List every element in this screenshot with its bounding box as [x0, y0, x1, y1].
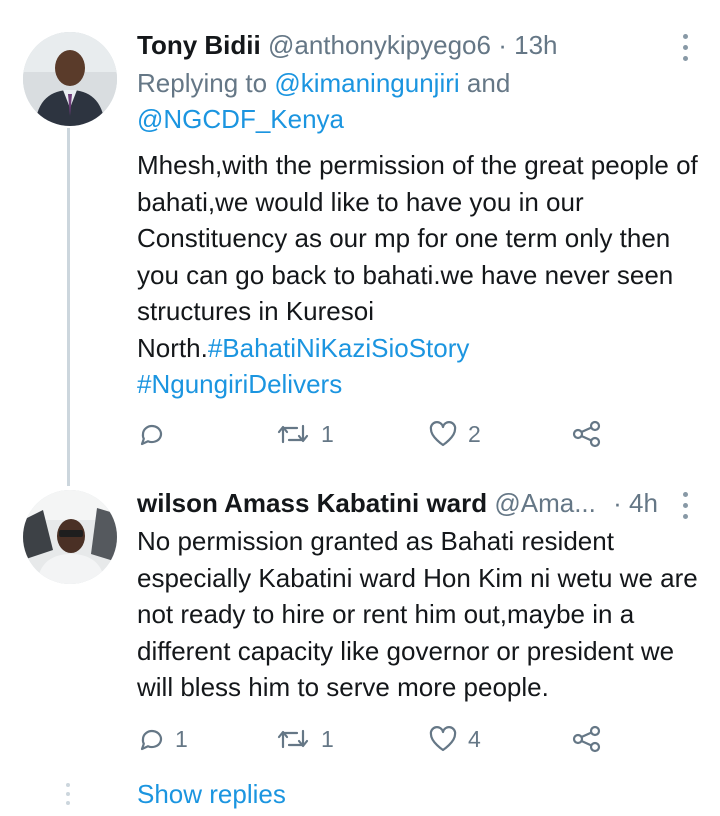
- author-handle[interactable]: @anthonykipyego6: [268, 30, 491, 60]
- retweet-icon: [275, 725, 311, 753]
- more-options-icon[interactable]: [681, 34, 689, 61]
- avatar[interactable]: [23, 32, 117, 126]
- like-icon: [428, 725, 458, 753]
- share-button[interactable]: [572, 725, 602, 753]
- tweet-actions: 1 2: [137, 420, 617, 454]
- tweet-body: No permission granted as Bahati resident…: [137, 526, 698, 702]
- reply-icon: [137, 725, 165, 753]
- replying-to-and: and: [459, 68, 511, 98]
- share-icon: [572, 420, 602, 448]
- tweet-header: wilson Amass Kabatini ward @Ama... · 4h: [137, 488, 658, 518]
- author-name[interactable]: wilson Amass Kabatini ward: [137, 488, 487, 518]
- like-button[interactable]: 4: [428, 725, 481, 753]
- mention-link[interactable]: @kimaningunjiri: [274, 68, 459, 98]
- tweet-text: No permission granted as Bahati resident…: [137, 523, 707, 706]
- share-button[interactable]: [572, 420, 602, 448]
- timestamp[interactable]: 13h: [514, 30, 557, 60]
- timestamp[interactable]: 4h: [629, 488, 658, 518]
- hashtag-link[interactable]: #BahatiNiKaziSioStory: [208, 333, 470, 363]
- share-icon: [572, 725, 602, 753]
- tweet-header: Tony Bidii @anthonykipyego6 · 13h: [137, 30, 558, 60]
- retweet-icon: [275, 420, 311, 448]
- like-icon: [428, 420, 458, 448]
- thread-dots: [66, 783, 70, 805]
- hashtag-link[interactable]: #NgungiriDelivers: [137, 369, 342, 399]
- avatar[interactable]: [23, 490, 117, 584]
- retweet-button[interactable]: 1: [275, 420, 334, 448]
- separator: ·: [498, 30, 507, 60]
- author-name[interactable]: Tony Bidii: [137, 30, 261, 60]
- reply-button[interactable]: 1: [137, 725, 188, 753]
- show-replies-link[interactable]: Show replies: [137, 779, 286, 810]
- replying-to-prefix: Replying to: [137, 68, 275, 98]
- replying-to: Replying to @kimaningunjiri and @NGCDF_K…: [137, 65, 697, 137]
- separator: ·: [613, 488, 622, 518]
- author-handle[interactable]: @Ama...: [494, 488, 596, 518]
- retweet-count: 1: [321, 725, 334, 752]
- tweet-actions: 1 1 4: [137, 725, 617, 759]
- reply-count: 1: [175, 725, 188, 752]
- mention-link[interactable]: @NGCDF_Kenya: [137, 104, 344, 134]
- like-count: 4: [468, 725, 481, 752]
- retweet-count: 1: [321, 420, 334, 447]
- tweet-text: Mhesh,with the permission of the great p…: [137, 147, 707, 403]
- like-button[interactable]: 2: [428, 420, 481, 448]
- tweet-body: Mhesh,with the permission of the great p…: [137, 150, 698, 363]
- reply-icon: [137, 420, 165, 448]
- reply-button[interactable]: [137, 420, 175, 448]
- thread-line: [67, 128, 70, 486]
- more-options-icon[interactable]: [681, 492, 689, 519]
- retweet-button[interactable]: 1: [275, 725, 334, 753]
- like-count: 2: [468, 420, 481, 447]
